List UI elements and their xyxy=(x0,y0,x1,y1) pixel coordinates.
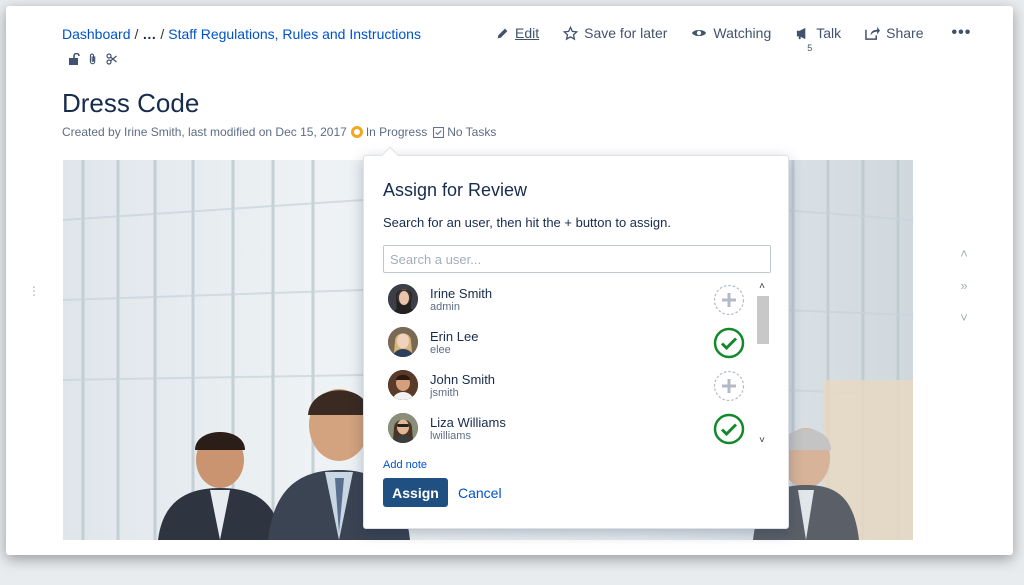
share-button[interactable]: Share xyxy=(865,25,924,41)
talk-button[interactable]: Talk 5 xyxy=(795,25,841,53)
scissors-icon[interactable] xyxy=(106,53,118,65)
avatar xyxy=(388,413,418,443)
status-label[interactable]: In Progress xyxy=(366,125,427,139)
scroll-thumb[interactable] xyxy=(757,296,769,344)
share-icon xyxy=(865,26,881,40)
user-row: Erin Lee elee xyxy=(383,323,753,365)
edit-button[interactable]: Edit xyxy=(496,25,539,41)
page-frame: Dashboard /… / Staff Regulations, Rules and… xyxy=(6,6,1013,555)
breadcrumb-ellipsis[interactable]: … xyxy=(142,26,156,42)
user-row: Liza Williams lwilliams xyxy=(383,409,753,448)
user-login: lwilliams xyxy=(430,430,471,442)
page-byline: Created by Irine Smith, last modified on… xyxy=(62,125,496,139)
chevron-double-right-icon[interactable]: » xyxy=(958,270,970,302)
page-title: Dress Code xyxy=(62,88,200,118)
star-icon xyxy=(563,25,579,40)
user-row: Irine Smith admin xyxy=(383,280,753,322)
status-in-progress-icon xyxy=(350,126,363,138)
assign-user-plus-button[interactable] xyxy=(713,370,745,402)
scroll-up-arrow-icon[interactable]: ˄ xyxy=(754,280,770,294)
breadcrumb-parent[interactable]: Staff Regulations, Rules and Instruction… xyxy=(168,26,421,42)
breadcrumb: Dashboard /… / Staff Regulations, Rules and… xyxy=(62,26,421,42)
user-search-input[interactable] xyxy=(383,245,771,273)
talk-count: 5 xyxy=(807,43,813,53)
cancel-link[interactable]: Cancel xyxy=(458,485,502,501)
dialog-title: Assign for Review xyxy=(383,180,528,200)
avatar xyxy=(388,370,418,400)
tasks-label[interactable]: No Tasks xyxy=(447,125,496,139)
user-list-scrollbar[interactable]: ˄ ˅ xyxy=(754,280,770,448)
user-name: Irine Smith xyxy=(430,286,493,301)
user-login: jsmith xyxy=(430,387,459,399)
eye-icon xyxy=(692,30,707,36)
more-actions-button[interactable]: ••• xyxy=(952,24,972,42)
page-meta-icons xyxy=(68,53,118,65)
scroll-down-arrow-icon[interactable]: ˅ xyxy=(754,434,770,448)
check-icon xyxy=(713,327,745,359)
user-login: elee xyxy=(430,344,451,356)
user-login: admin xyxy=(430,301,460,313)
user-list: Irine Smith admin Erin Lee elee John Smi… xyxy=(383,280,771,448)
assign-button[interactable]: Assign xyxy=(383,478,448,507)
check-icon xyxy=(713,413,745,445)
user-row: John Smith jsmith xyxy=(383,366,753,408)
dialog-description: Search for an user, then hit the + butto… xyxy=(383,215,671,230)
add-note-link[interactable]: Add note xyxy=(383,459,427,471)
plus-icon xyxy=(713,284,745,316)
watching-button[interactable]: Watching xyxy=(691,25,771,41)
assign-user-plus-button[interactable] xyxy=(713,284,745,316)
byline-text: Created by Irine Smith, last modified on… xyxy=(62,125,347,139)
side-controls: ˄ » ˅ xyxy=(958,238,970,334)
pencil-icon xyxy=(497,28,508,38)
user-name: Liza Williams xyxy=(430,415,506,430)
megaphone-icon xyxy=(797,27,806,39)
sidebar-handle[interactable]: ⋮ xyxy=(28,284,40,298)
avatar xyxy=(388,327,418,357)
user-name: John Smith xyxy=(430,372,496,387)
chevron-down-icon[interactable]: ˅ xyxy=(958,302,970,334)
chevron-up-icon[interactable]: ˄ xyxy=(958,238,970,270)
user-name: Erin Lee xyxy=(430,329,479,344)
paperclip-icon[interactable] xyxy=(88,53,98,65)
tasks-checkbox-icon xyxy=(433,126,445,138)
plus-icon xyxy=(713,370,745,402)
assigned-check-button[interactable] xyxy=(713,327,745,359)
lock-icon[interactable] xyxy=(68,53,80,65)
assign-for-review-dialog: Assign for Review Search for an user, th… xyxy=(363,146,789,529)
breadcrumb-dashboard[interactable]: Dashboard xyxy=(62,26,131,42)
save-for-later-button[interactable]: Save for later xyxy=(563,25,667,41)
avatar xyxy=(388,284,418,314)
page-actions: Edit Save for later Watching Talk 5 Shar… xyxy=(496,24,972,53)
assigned-check-button[interactable] xyxy=(713,413,745,445)
